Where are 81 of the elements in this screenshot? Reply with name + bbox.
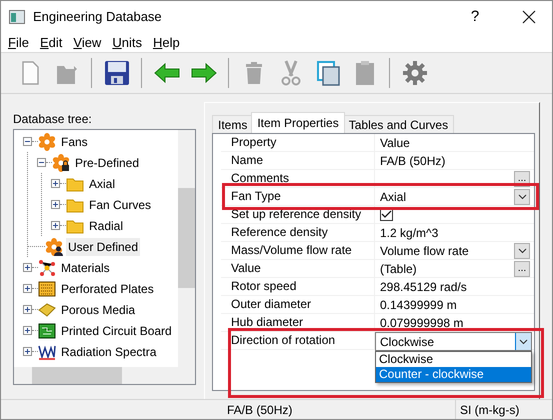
- property-cell: Mass/Volume flow rate: [221, 242, 375, 259]
- tree-item[interactable]: Radiation Spectra: [59, 342, 158, 360]
- dropdown-button[interactable]: [514, 188, 530, 204]
- property-cell: Reference density: [221, 224, 375, 241]
- fan-user-icon: [45, 238, 63, 256]
- property-cell: Outer diameter: [221, 296, 375, 313]
- tree-label: Database tree:: [13, 112, 93, 126]
- save-icon: [104, 60, 130, 86]
- expand-toggle[interactable]: [23, 263, 32, 272]
- app-icon: [9, 10, 25, 24]
- expand-toggle[interactable]: [51, 200, 60, 209]
- collapse-toggle[interactable]: [23, 137, 32, 146]
- value-cell-text: Volume flow rate: [380, 244, 470, 258]
- chevron-down-icon: [518, 194, 526, 200]
- tab[interactable]: Item Properties: [251, 112, 345, 133]
- tab[interactable]: Items: [212, 115, 254, 133]
- sponge-icon: [38, 300, 56, 318]
- dropdown-option[interactable]: Clockwise: [376, 352, 531, 367]
- menu-item[interactable]: View: [70, 34, 110, 50]
- status-text: SI (m-kg-s): [459, 402, 520, 416]
- window-title: Engineering Database: [33, 9, 163, 24]
- value-cell-text: 0.14399999 m: [380, 298, 458, 312]
- expand-toggle[interactable]: [51, 179, 60, 188]
- column-header: Value: [380, 136, 411, 150]
- fan-lock-icon: [52, 154, 70, 172]
- horizontal-scrollbar[interactable]: [14, 367, 178, 384]
- tree-item[interactable]: Perforated Plates: [59, 280, 156, 298]
- dropdown-button[interactable]: [515, 333, 531, 350]
- menu-item[interactable]: File: [5, 34, 37, 50]
- property-cell: Rotor speed: [221, 278, 375, 295]
- tab[interactable]: Tables and Curves: [342, 115, 454, 133]
- tree-item[interactable]: Porous Media: [59, 300, 138, 318]
- value-cell-text: 298.45129 rad/s: [380, 280, 468, 294]
- property-cell: Name: [221, 152, 375, 169]
- value-cell-text: FA/B (50Hz): [380, 154, 446, 168]
- copy-icon: [314, 60, 340, 86]
- property-cell: Set up reference density: [221, 206, 375, 223]
- settings-icon: [402, 60, 428, 86]
- chevron-down-icon: [519, 338, 528, 344]
- value-cell-text: (Table): [380, 262, 418, 276]
- expand-toggle[interactable]: [23, 326, 32, 335]
- dropdown-button[interactable]: [514, 242, 530, 258]
- expand-toggle[interactable]: [51, 221, 60, 230]
- tree-item[interactable]: Fan Curves: [87, 196, 154, 214]
- property-cell: Value: [221, 260, 375, 277]
- status-text: FA/B (50Hz): [226, 402, 292, 416]
- combo-box[interactable]: Clockwise: [375, 332, 532, 351]
- tree-item[interactable]: Radial: [87, 216, 126, 234]
- close-icon: [522, 10, 536, 24]
- ellipsis-button[interactable]: ...: [514, 260, 530, 276]
- tree-item[interactable]: User Defined: [66, 238, 140, 256]
- property-cell: Comments: [221, 170, 375, 187]
- expand-toggle[interactable]: [23, 347, 32, 356]
- column-header: Property: [221, 134, 375, 151]
- fan-icon: [38, 132, 56, 150]
- value-cell-text: Axial: [380, 190, 408, 204]
- tree-item[interactable]: Pre-Defined: [73, 154, 142, 172]
- back-arrow-icon: [154, 60, 180, 86]
- property-cell: Fan Type: [221, 188, 375, 205]
- collapse-toggle[interactable]: [37, 158, 46, 167]
- molecule-icon: [38, 258, 56, 276]
- menu-item[interactable]: Help: [150, 34, 188, 50]
- tree-item[interactable]: Materials: [59, 258, 112, 276]
- tree-item[interactable]: Printed Circuit Board: [59, 322, 174, 340]
- perforated-plate-icon: [38, 280, 56, 298]
- property-cell: Hub diameter: [221, 314, 375, 331]
- forward-arrow-icon: [190, 60, 216, 86]
- menu-item[interactable]: Units: [109, 34, 150, 50]
- value-cell-text: 0.079999998 m: [380, 316, 464, 330]
- tree-item[interactable]: Axial: [87, 174, 118, 192]
- chevron-down-icon: [518, 248, 526, 254]
- circuit-board-icon: [38, 322, 56, 340]
- vertical-scrollbar[interactable]: [178, 130, 195, 384]
- expand-toggle[interactable]: [23, 284, 32, 293]
- value-cell-text: 1.2 kg/m^3: [380, 226, 440, 240]
- menu-item[interactable]: Edit: [36, 34, 70, 50]
- check-icon: [381, 210, 392, 219]
- tree-item[interactable]: Fans: [59, 132, 90, 150]
- help-button[interactable]: ?: [452, 1, 498, 32]
- expand-toggle[interactable]: [23, 305, 32, 314]
- dropdown-option[interactable]: Counter - clockwise: [376, 367, 531, 382]
